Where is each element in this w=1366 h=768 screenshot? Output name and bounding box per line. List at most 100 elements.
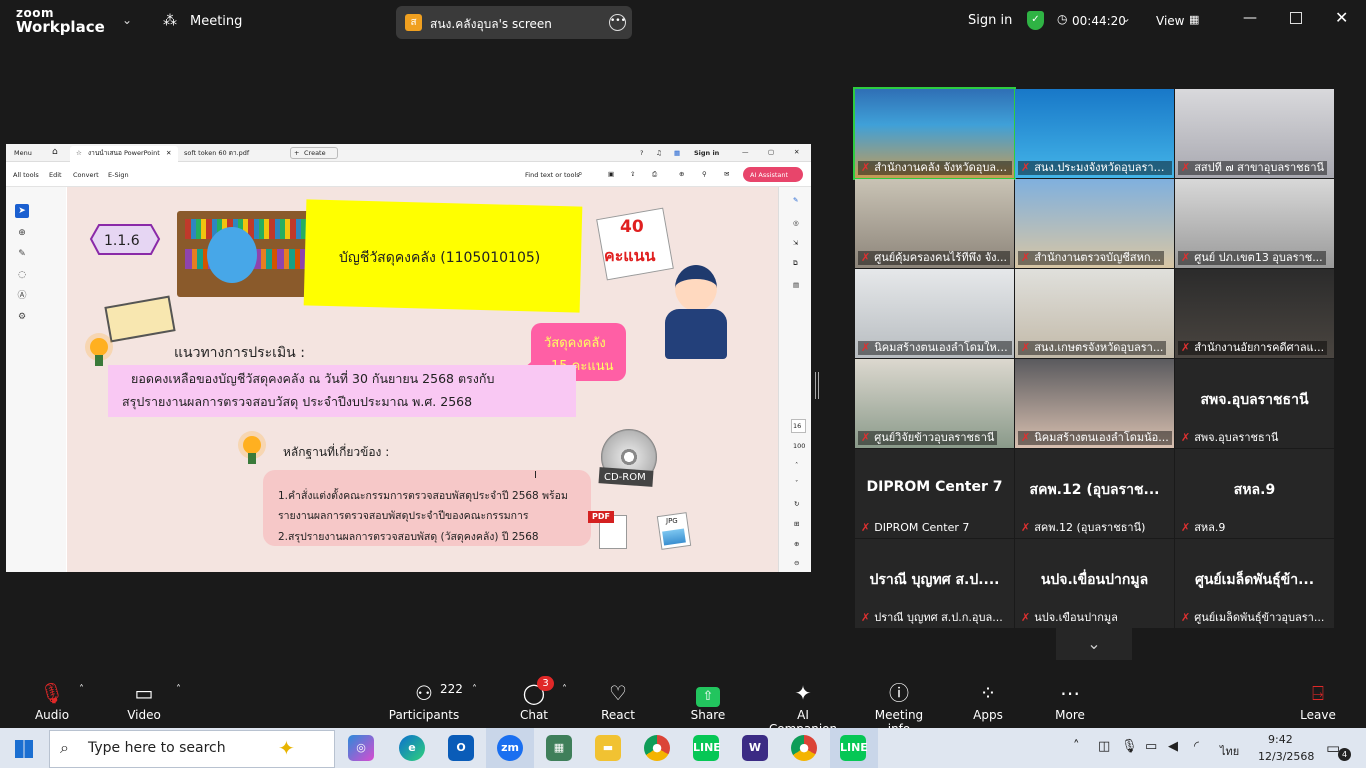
esign-menu[interactable]: E-Sign — [108, 171, 129, 179]
panel-splitter-handle[interactable] — [815, 372, 819, 399]
apps-button[interactable]: ⁘ Apps — [966, 680, 1010, 722]
apps-grid-icon[interactable]: ▦ — [674, 149, 680, 157]
zoom-in-icon[interactable]: ⊕ — [794, 540, 799, 548]
line-icon[interactable]: LINE — [693, 735, 721, 761]
chevron-up-icon[interactable]: ˄ — [472, 684, 477, 695]
more-button[interactable]: ⋯ More — [1048, 680, 1092, 722]
view-button[interactable]: View — [1156, 13, 1184, 29]
participant-tile[interactable]: ✗ สำนักงานอัยการคดีศาลแ... — [1175, 269, 1334, 358]
convert-menu[interactable]: Convert — [73, 171, 99, 179]
organize-icon[interactable]: ⧉ — [793, 259, 798, 267]
edit-pdf-icon[interactable]: ✎ — [793, 196, 798, 204]
meeting-menu-label[interactable]: Meeting — [190, 14, 242, 30]
battery-icon[interactable]: ▭ — [1145, 739, 1157, 754]
comment-icon[interactable]: ◎ — [793, 219, 799, 227]
chrome-icon[interactable]: ● — [644, 735, 670, 761]
participant-tile[interactable]: ✗ ศูนย์ ปภ.เขต13 อุบลราช... — [1175, 179, 1334, 268]
share-button[interactable]: ⇧ Share — [686, 680, 730, 722]
search-icon[interactable]: ⌕ — [578, 170, 582, 178]
folder-icon[interactable]: ▬ — [595, 735, 621, 761]
search-text-icon[interactable]: ⊕ — [679, 170, 684, 178]
chevron-up-icon[interactable]: ˄ — [562, 684, 567, 695]
participant-tile[interactable]: ✗ นิคมสร้างตนเองลำโดมใหญ... — [855, 269, 1014, 358]
participant-tile[interactable]: DIPROM Center 7 ✗ DIPROM Center 7 — [855, 449, 1014, 538]
clock-time[interactable]: 9:42 — [1268, 733, 1293, 746]
participant-tile[interactable]: ศูนย์เมล็ดพันธุ์ข้า... ✗ ศูนย์เมล็ดพันธุ์ข… — [1175, 539, 1334, 628]
pages-icon[interactable]: ▤ — [793, 281, 799, 289]
close-icon[interactable]: ✕ — [166, 149, 171, 157]
minimize-icon[interactable]: — — [742, 148, 749, 156]
stamp-icon[interactable]: ⚙ — [15, 310, 29, 324]
participant-tile[interactable]: ✗ ศูนย์คุ้มครองคนไร้ที่พึ่ง จัง... — [855, 179, 1014, 268]
more-options-icon[interactable]: ••• — [609, 14, 626, 31]
maximize-icon[interactable] — [1290, 12, 1302, 24]
save-icon[interactable]: ▣ — [608, 170, 614, 178]
sign-in-link[interactable]: Sign in — [968, 13, 1012, 29]
mail-icon[interactable]: ✉ — [724, 170, 729, 178]
print-icon[interactable]: ⎙ — [652, 170, 657, 178]
meeting-timer[interactable]: 00:44:20 — [1072, 13, 1126, 29]
select-cursor-icon[interactable]: ➤ — [15, 204, 29, 218]
upload-icon[interactable]: ⇪ — [630, 170, 635, 178]
video-button[interactable]: ▭ Video — [122, 680, 166, 722]
tab-label-2[interactable]: soft token 60 ดา.pdf — [184, 149, 249, 157]
participant-tile[interactable]: ปราณี บุญทศ ส.ป.... ✗ ปราณี บุญทศ ส.ป.ก.อุ… — [855, 539, 1014, 628]
maximize-icon[interactable]: ▢ — [768, 148, 774, 156]
grid-icon[interactable]: ▦ — [1189, 13, 1199, 26]
webex-icon[interactable]: W — [742, 735, 768, 761]
home-icon[interactable]: ⌂ — [52, 148, 58, 157]
link-icon[interactable]: ⚲ — [702, 170, 707, 178]
participant-tile[interactable]: ✗ นิคมสร้างตนเองลำโดมน้อ... — [1015, 359, 1174, 448]
participant-tile[interactable]: ✗ สสปที ๗ สาขาอุบลราชธานี — [1175, 89, 1334, 178]
chevron-down-icon[interactable]: ⌄ — [1121, 11, 1131, 25]
edge-icon[interactable]: e — [399, 735, 425, 761]
participant-tile[interactable]: สหล.9 ✗ สหล.9 — [1175, 449, 1334, 538]
text-select-icon[interactable]: Ⓐ — [15, 289, 29, 303]
participant-tile[interactable]: นปจ.เขื่อนปากมูล ✗ นปจ.เขื่อนปากมูล — [1015, 539, 1174, 628]
participant-tile[interactable]: ✗ สำนักงานคลัง จังหวัดอุบลราช... — [853, 87, 1016, 180]
chevron-up-icon[interactable]: ˄ — [795, 461, 798, 469]
chevron-up-icon[interactable]: ˄ — [1073, 739, 1080, 754]
react-button[interactable]: ♡ React — [596, 680, 640, 722]
refresh-icon[interactable]: ↻ — [794, 500, 799, 508]
participant-tile[interactable]: ✗ สนง.เกษตรจังหวัดอุบลรา... — [1015, 269, 1174, 358]
calculator-icon[interactable]: ▦ — [546, 735, 572, 761]
participant-tile[interactable]: สพจ.อุบลราชธานี ✗ สพจ.อุบลราชธานี — [1175, 359, 1334, 448]
participant-tile[interactable]: สคพ.12 (อุบลราช... ✗ สคพ.12 (อุบลราชธานี) — [1015, 449, 1174, 538]
chevron-up-icon[interactable]: ˄ — [79, 684, 84, 695]
zoom-out-icon[interactable]: ⊖ — [794, 559, 799, 567]
help-icon[interactable]: ? — [640, 149, 643, 157]
copilot-icon[interactable]: ◎ — [348, 735, 374, 761]
shared-screen[interactable]: Menu ⌂ ☆ งานนำเสนอ PowerPoint ✕ soft tok… — [6, 144, 811, 572]
participant-tile[interactable]: ✗ สำนักงานตรวจบัญชีสหก... — [1015, 179, 1174, 268]
clock-date[interactable]: 12/3/2568 — [1258, 750, 1314, 763]
fit-page-icon[interactable]: ⊞ — [794, 520, 799, 528]
bell-icon[interactable]: ♫ — [656, 149, 662, 157]
close-icon[interactable]: ✕ — [1335, 8, 1348, 27]
chevron-down-icon[interactable]: ⌄ — [122, 13, 132, 27]
tab-label-1[interactable]: งานนำเสนอ PowerPoint — [88, 149, 160, 157]
audio-button[interactable]: 🎙 Audio — [30, 680, 74, 722]
wifi-icon[interactable]: ◜ — [1194, 739, 1199, 754]
outlook-icon[interactable]: O — [448, 735, 474, 761]
line-icon[interactable]: LINE — [840, 735, 868, 761]
close-icon[interactable]: ✕ — [794, 148, 799, 156]
chevron-down-icon[interactable]: ˅ — [795, 479, 798, 487]
camera-tray-icon[interactable]: ◫ — [1098, 739, 1110, 754]
chrome-profile-icon[interactable]: ● — [791, 735, 817, 761]
acrobat-menu[interactable]: Menu — [14, 149, 32, 157]
minimize-icon[interactable]: — — [1243, 10, 1257, 26]
lasso-icon[interactable]: ◌ — [15, 268, 29, 282]
chevron-down-icon[interactable]: ⌄ — [1056, 628, 1132, 660]
volume-icon[interactable]: ◀ — [1168, 739, 1178, 754]
shield-check-icon[interactable]: ✓ — [1027, 11, 1044, 30]
microphone-icon[interactable]: 🎙 — [1121, 739, 1138, 754]
participant-tile[interactable]: ✗ สนง.ประมงจังหวัดอุบลราช... — [1015, 89, 1174, 178]
input-language[interactable]: ไทย — [1220, 742, 1239, 760]
zoom-tool-icon[interactable]: ⊕ — [15, 226, 29, 240]
find-tools-input[interactable]: Find text or tools — [525, 171, 580, 179]
windows-start-icon[interactable] — [15, 740, 33, 758]
leave-button[interactable]: ⍈ Leave — [1296, 680, 1340, 722]
zoom-app-icon[interactable]: zm — [497, 735, 523, 761]
chevron-up-icon[interactable]: ˄ — [176, 684, 181, 695]
